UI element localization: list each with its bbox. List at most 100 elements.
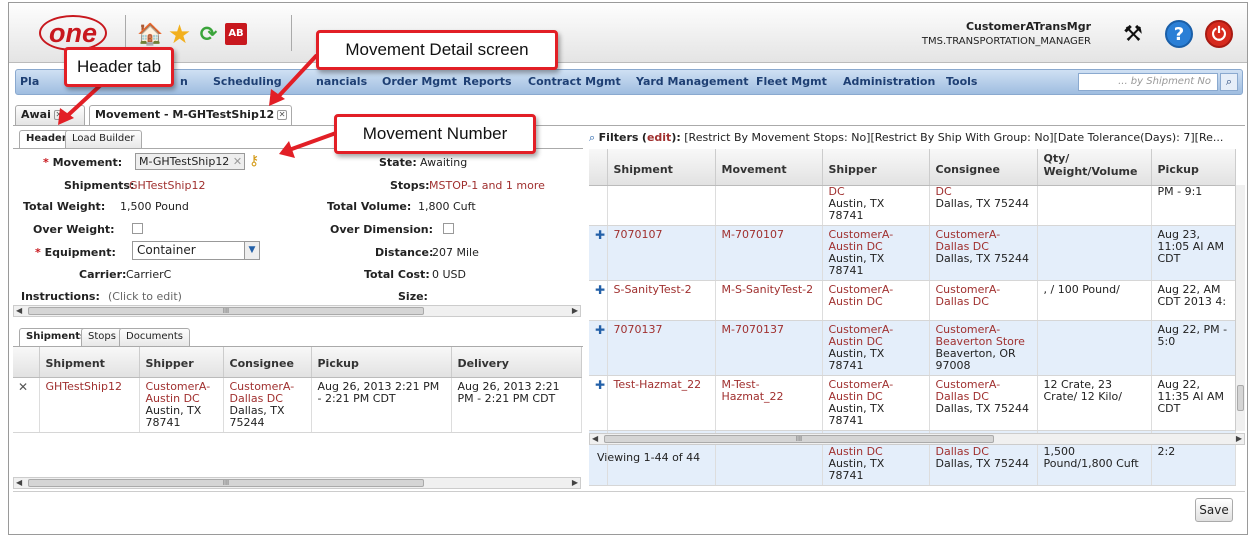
shipper-address: Austin, TX 78741 [145,403,202,429]
over-dimension-checkbox[interactable] [443,223,454,234]
nav-item-administration[interactable]: Administration [843,75,935,88]
home-icon[interactable]: 🏠 [137,21,164,48]
column-header-shipper[interactable]: Shipper [822,149,930,186]
consignee-address: Dallas, TX 75244 [229,403,285,429]
column-header-shipment[interactable]: Shipment [607,149,716,186]
table-row[interactable]: ✚ 7070107 M-7070107 CustomerA-Austin DC A… [589,225,1236,281]
nav-item-tools[interactable]: Tools [946,75,977,88]
shipment-link[interactable]: 7070107 [607,225,716,281]
filters-bar: ⌕ Filters (edit): [Restrict By Movement … [589,131,1224,144]
nav-item-fleet-mgmt[interactable]: Fleet Mgmt [756,75,827,88]
table-row[interactable]: ✚ Test-Hazmat_22 M-Test-Hazmat_22 Custom… [589,375,1236,431]
consignee-name[interactable]: CustomerA-Beaverton Store [936,323,1025,348]
nav-item-n[interactable]: n [180,75,188,88]
scroll-right-icon[interactable]: ▶ [1236,434,1242,444]
scroll-left-icon[interactable]: ◀ [16,478,22,488]
filters-edit-link[interactable]: edit [647,131,671,144]
over-weight-checkbox[interactable] [132,223,143,234]
tab-documents[interactable]: Documents [119,328,191,346]
ab-icon[interactable]: AB [225,23,247,45]
column-header-consignee[interactable]: Consignee [929,149,1038,186]
help-icon[interactable]: ? [1165,20,1193,48]
nav-item-financials[interactable]: nancials [316,75,367,88]
remove-icon[interactable]: ✕ [13,377,40,433]
shipper-cell: DC Austin, TX 78741 [822,185,930,226]
shipment-link[interactable]: Test-Hazmat_22 [607,375,716,431]
close-icon[interactable]: ✕ [53,110,64,120]
shipments-link[interactable]: GHTestShip12 [129,179,205,192]
nav-item-scheduling[interactable]: Scheduling [213,75,282,88]
column-header-delivery[interactable]: Delivery [451,347,582,378]
tab-awaiting[interactable]: Awai ✕ [15,105,85,125]
nav-item-contract-mgmt[interactable]: Contract Mgmt [528,75,621,88]
instructions-value[interactable]: (Click to edit) [108,290,182,303]
shipper-name[interactable]: CustomerA-Austin DC [829,378,894,403]
consignee-name[interactable]: CustomerA-Dallas DC [230,380,295,405]
column-header-movement[interactable]: Movement [715,149,823,186]
movement-link[interactable]: M-7070107 [715,225,823,281]
nav-item-reports[interactable]: Reports [463,75,512,88]
movement-field[interactable]: M-GHTestShip12 ✕ [135,153,245,170]
table-row[interactable]: ✚ 7070137 M-7070137 CustomerA-Austin DC A… [589,320,1236,376]
search-icon[interactable]: ⌕ [1220,73,1238,91]
shipper-name[interactable]: CustomerA-Austin DC [829,228,894,253]
shipper-name[interactable]: CustomerA-Austin DC [146,380,211,405]
stops-link[interactable]: MSTOP-1 and 1 more [429,179,545,192]
expand-icon[interactable]: ✚ [589,280,608,321]
scroll-thumb[interactable]: III [28,307,424,315]
column-header-pickup[interactable]: Pickup [311,347,452,378]
qty-cell: 12 Crate, 23 Crate/ 12 Kilo/ [1037,375,1152,431]
scroll-thumb[interactable] [1237,385,1244,411]
right-horizontal-scrollbar[interactable]: ◀ III ▶ [589,433,1245,445]
wrench-icon[interactable]: ⚒ [1119,20,1147,48]
consignee-name[interactable]: CustomerA-Dallas DC [936,283,1001,308]
scroll-left-icon[interactable]: ◀ [16,306,22,316]
qty-cell: , / 100 Pound/ [1037,280,1152,321]
close-icon[interactable]: ✕ [277,110,288,120]
movement-link[interactable]: M-7070137 [715,320,823,376]
one-logo[interactable]: one [39,15,107,51]
save-button[interactable]: Save [1195,498,1233,522]
table-row[interactable]: DC Austin, TX 78741 DC Dallas, TX 75244 PM… [589,185,1236,226]
expand-icon[interactable]: ✚ [589,225,608,281]
column-header-shipper[interactable]: Shipper [139,347,224,378]
table-row[interactable]: ✕ GHTestShip12 CustomerA-Austin DC Austin… [13,377,582,433]
expand-icon[interactable]: ✚ [589,320,608,376]
scroll-right-icon[interactable]: ▶ [572,478,578,488]
key-icon[interactable]: ⚷ [249,153,259,169]
column-header-consignee[interactable]: Consignee [223,347,312,378]
shipper-name[interactable]: CustomerA-Austin DC [829,323,894,348]
column-header-qty-weight-volume[interactable]: Qty/ Weight/Volume [1037,149,1152,186]
scroll-thumb[interactable]: III [604,435,994,443]
scroll-thumb[interactable]: III [28,479,424,487]
nav-item-planning[interactable]: Pla [20,75,39,88]
form-horizontal-scrollbar[interactable]: ◀ III ▶ [13,305,581,317]
movement-link[interactable]: M-Test-Hazmat_22 [715,375,823,431]
table-horizontal-scrollbar[interactable]: ◀ III ▶ [13,477,581,489]
shipment-link[interactable]: GHTestShip12 [39,377,140,433]
expand-icon[interactable]: ✚ [589,375,608,431]
shipper-name[interactable]: CustomerA-Austin DC [829,283,894,308]
consignee-name[interactable]: CustomerA-Dallas DC [936,228,1001,253]
column-header-shipment[interactable]: Shipment [39,347,140,378]
scroll-right-icon[interactable]: ▶ [572,306,578,316]
nav-item-order-mgmt[interactable]: Order Mgmt [382,75,457,88]
scroll-left-icon[interactable]: ◀ [592,434,598,444]
star-icon[interactable]: ★ [166,21,193,48]
clear-icon[interactable]: ✕ [233,155,242,168]
table-row[interactable]: ✚ S-SanityTest-2 M-S-SanityTest-2 Custom… [589,280,1236,321]
movement-link[interactable]: M-S-SanityTest-2 [715,280,823,321]
shipment-link[interactable]: 7070137 [607,320,716,376]
table-vertical-scrollbar[interactable] [1235,185,1245,431]
tab-stops[interactable]: Stops [81,328,123,346]
nav-item-yard-management[interactable]: Yard Management [636,75,748,88]
tab-load-builder[interactable]: Load Builder [65,130,142,148]
tab-movement[interactable]: Movement - M-GHTestShip12 ✕ [89,105,293,125]
column-header-pickup[interactable]: Pickup [1151,149,1236,186]
equipment-select[interactable]: Container ▼ [132,241,260,260]
consignee-name[interactable]: CustomerA-Dallas DC [936,378,1001,403]
shipment-search-input[interactable]: ... by Shipment No [1078,73,1218,91]
power-icon[interactable]: ⏻ [1205,20,1233,48]
refresh-icon[interactable]: ⟳ [195,21,222,48]
shipment-link[interactable]: S-SanityTest-2 [607,280,716,321]
